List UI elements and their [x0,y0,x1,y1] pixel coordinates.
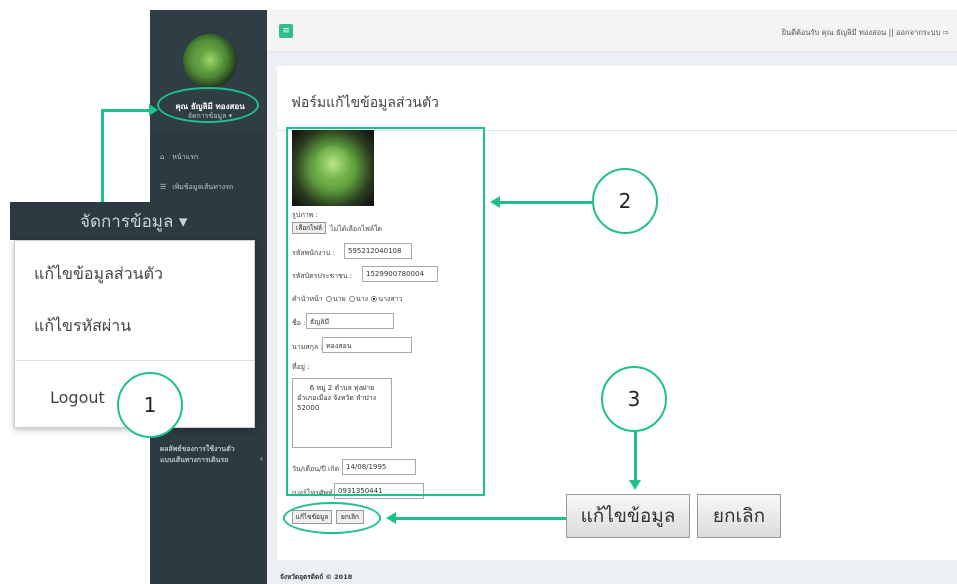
dropdown-zoom-title[interactable]: จัดการข้อมูล ▾ [80,208,187,235]
page-title: ฟอร์มแก้ไขข้อมูลส่วนตัว [291,95,439,111]
annotation-line [634,432,637,482]
top-header: ≡ ยินดีต้อนรับ คุณ ธัญลิมี ทองสอน || ออก… [267,10,957,52]
annotation-line [101,110,104,204]
zoom-cancel-button[interactable]: ยกเลิก [697,494,781,538]
menu-divider [14,360,255,361]
menu-item-logout[interactable]: Logout [50,388,105,407]
sidebar-item-results[interactable]: ผลลัพธ์ของการใช้งานตัว แบบเส้นทางการเดิน… [160,444,263,466]
arrow-down-icon [629,480,641,490]
sidebar-item-label: ผลลัพธ์ของการใช้งานตัว [160,445,235,453]
footer-copyright: จังหวัดอุตรดิตถ์ © 2018 [280,573,353,581]
annotation-line [396,517,566,520]
arrow-left-icon [490,196,500,208]
menu-item-edit-profile[interactable]: แก้ไขข้อมูลส่วนตัว [34,262,163,287]
sidebar-item-label: แบบเส้นทางการเดินรถ [160,456,229,464]
annotation-number-1: 1 [117,372,183,438]
annotation-form-box [286,127,485,496]
welcome-logout-link[interactable]: ยินดีต้อนรับ คุณ ธัญลิมี ทองสอน || ออกจา… [782,27,949,39]
annotation-number-2: 2 [592,168,658,234]
home-icon: ⌂ [160,153,165,161]
arrow-right-icon [149,104,158,116]
arrow-left-icon [386,512,396,524]
menu-item-change-password[interactable]: แก้ไขรหัสผ่าน [34,314,131,339]
annotation-number-3: 3 [601,366,667,432]
annotation-oval-manage [157,87,259,123]
chevron-left-icon: ‹ [260,455,263,463]
annotation-line [500,201,592,204]
annotation-oval-buttons [283,502,381,534]
sidebar-item-home[interactable]: ⌂ หน้าแรก [160,152,198,163]
sidebar-item-label: เพิ่มข้อมูลเส้นทางรถ [172,183,234,191]
menu-toggle-button[interactable]: ≡ [279,24,293,38]
annotation-line [101,109,151,112]
list-icon: ☰ [160,183,167,191]
zoom-save-button[interactable]: แก้ไขข้อมูล [566,494,690,538]
sidebar-item-label: หน้าแรก [172,153,199,161]
avatar [183,34,237,88]
sidebar-item-add-route[interactable]: ☰ เพิ่มข้อมูลเส้นทางรถ [160,182,233,193]
screenshot-root: คุณ ธัญลิมี ทองสอน จัดการข้อมูล ▾ ⌂ หน้า… [0,0,957,584]
